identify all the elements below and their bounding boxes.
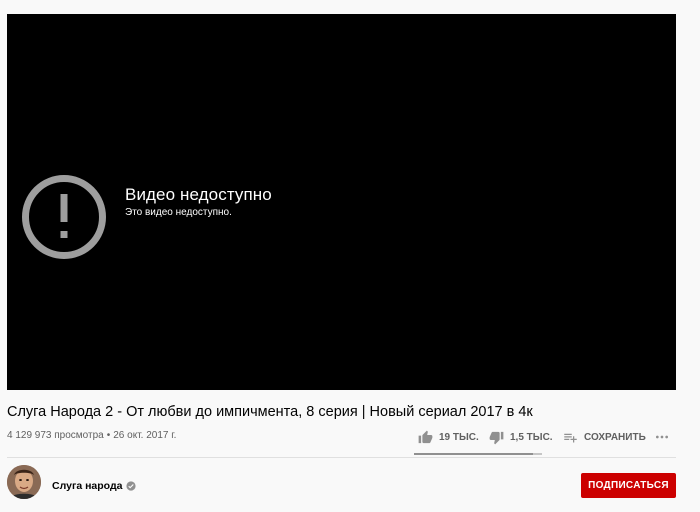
thumb-down-icon [489,431,504,444]
dislike-button[interactable]: 1,5 ТЫС. [489,427,553,447]
player-error-subtitle: Это видео недоступно. [125,207,232,218]
video-title: Слуга Народа 2 - От любви до импичмента,… [7,404,533,420]
verified-check-icon [126,481,137,491]
channel-avatar[interactable] [7,465,41,499]
player-error-title: Видео недоступно [125,185,272,204]
video-meta: 4 129 973 просмотра • 26 окт. 2017 г. [7,430,176,441]
save-label: СОХРАНИТЬ [584,431,646,443]
avatar-image [7,465,41,499]
view-count: 4 129 973 просмотра [7,430,104,441]
playlist-add-icon [564,433,577,442]
thumb-up-icon [418,430,433,443]
sentiment-bar [414,453,542,455]
channel-name[interactable]: Слуга народа [52,480,137,492]
like-count: 19 ТЫС. [439,431,479,443]
more-actions-button[interactable] [654,427,670,447]
like-button[interactable]: 19 ТЫС. [418,427,479,447]
sentiment-bar-fill [414,453,534,455]
save-button[interactable]: СОХРАНИТЬ [563,427,646,447]
divider [7,457,676,458]
alert-circle-icon [22,175,106,259]
dislike-count: 1,5 ТЫС. [510,431,553,443]
meta-separator: • [106,430,111,441]
publish-date: 26 окт. 2017 г. [113,430,177,441]
watch-page: Видео недоступно Это видео недоступно. С… [0,0,700,512]
subscribe-button[interactable]: ПОДПИСАТЬСЯ [581,473,676,498]
channel-name-text: Слуга народа [52,480,123,492]
more-horiz-icon [656,435,668,439]
video-player[interactable]: Видео недоступно Это видео недоступно. [7,14,676,390]
